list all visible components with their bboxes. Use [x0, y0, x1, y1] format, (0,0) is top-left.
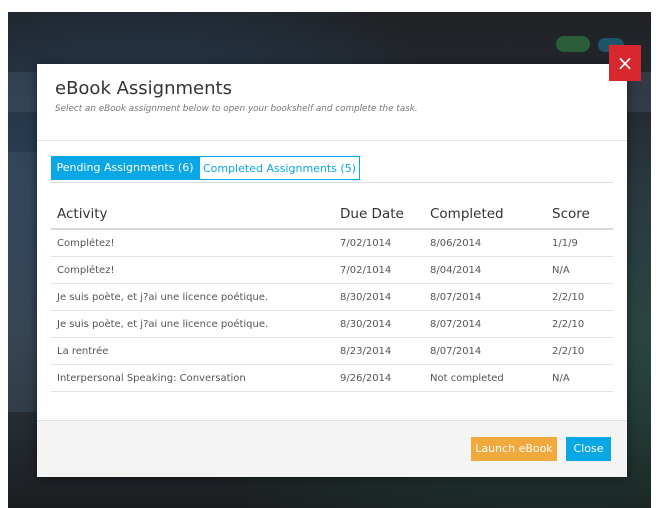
ebook-assignments-modal: eBook Assignments Select an eBook assign…: [37, 64, 627, 477]
table-row[interactable]: La rentrée 8/23/2014 8/07/2014 2/2/10: [51, 337, 613, 365]
cell-due-date: 8/23/2014: [334, 337, 424, 365]
cell-completed: 8/07/2014: [424, 337, 546, 365]
table-header-row: Activity Due Date Completed Score: [51, 200, 613, 230]
tab-completed-assignments[interactable]: Completed Assignments (5): [199, 156, 360, 180]
cell-completed: 8/06/2014: [424, 229, 546, 257]
modal-title: eBook Assignments: [55, 78, 232, 99]
cell-due-date: 9/26/2014: [334, 364, 424, 392]
cell-score: 1/1/9: [546, 229, 613, 257]
cell-activity: La rentrée: [51, 337, 334, 365]
cell-activity: Complétez!: [51, 256, 334, 284]
cell-activity: Je suis poète, et j?ai une licence poéti…: [51, 310, 334, 338]
table-row[interactable]: Complétez! 7/02/1014 8/04/2014 N/A: [51, 256, 613, 284]
cell-activity: Interpersonal Speaking: Conversation: [51, 364, 334, 392]
modal-header: eBook Assignments Select an eBook assign…: [37, 64, 627, 141]
cell-score: N/A: [546, 364, 613, 392]
table-row[interactable]: Complétez! 7/02/1014 8/06/2014 1/1/9: [51, 229, 613, 257]
cell-score: 2/2/10: [546, 310, 613, 338]
cell-activity: Je suis poète, et j?ai une licence poéti…: [51, 283, 334, 311]
close-icon[interactable]: ×: [609, 45, 641, 81]
cell-completed: 8/07/2014: [424, 310, 546, 338]
cell-activity: Complétez!: [51, 229, 334, 257]
assignment-tabs: Pending Assignments (6) Completed Assign…: [51, 156, 613, 183]
cell-completed: 8/04/2014: [424, 256, 546, 284]
column-header-due-date: Due Date: [334, 200, 424, 230]
column-header-completed: Completed: [424, 200, 546, 230]
table-row[interactable]: Je suis poète, et j?ai une licence poéti…: [51, 310, 613, 338]
column-header-score: Score: [546, 200, 613, 230]
cell-due-date: 8/30/2014: [334, 310, 424, 338]
table-row[interactable]: Je suis poète, et j?ai une licence poéti…: [51, 283, 613, 311]
cell-completed: 8/07/2014: [424, 283, 546, 311]
tab-pending-assignments[interactable]: Pending Assignments (6): [51, 156, 199, 180]
cell-score: N/A: [546, 256, 613, 284]
background-green-pill: [556, 36, 590, 52]
column-header-activity: Activity: [51, 200, 334, 230]
cell-completed: Not completed: [424, 364, 546, 392]
cell-due-date: 8/30/2014: [334, 283, 424, 311]
launch-ebook-button[interactable]: Launch eBook: [471, 437, 557, 461]
modal-subtitle: Select an eBook assignment below to open…: [55, 104, 418, 114]
table-row[interactable]: Interpersonal Speaking: Conversation 9/2…: [51, 364, 613, 392]
modal-footer: Launch eBook Close: [37, 420, 627, 477]
cell-due-date: 7/02/1014: [334, 256, 424, 284]
close-button[interactable]: Close: [566, 437, 611, 461]
cell-due-date: 7/02/1014: [334, 229, 424, 257]
cell-score: 2/2/10: [546, 337, 613, 365]
assignments-table: Activity Due Date Completed Score Complé…: [51, 200, 613, 392]
cell-score: 2/2/10: [546, 283, 613, 311]
